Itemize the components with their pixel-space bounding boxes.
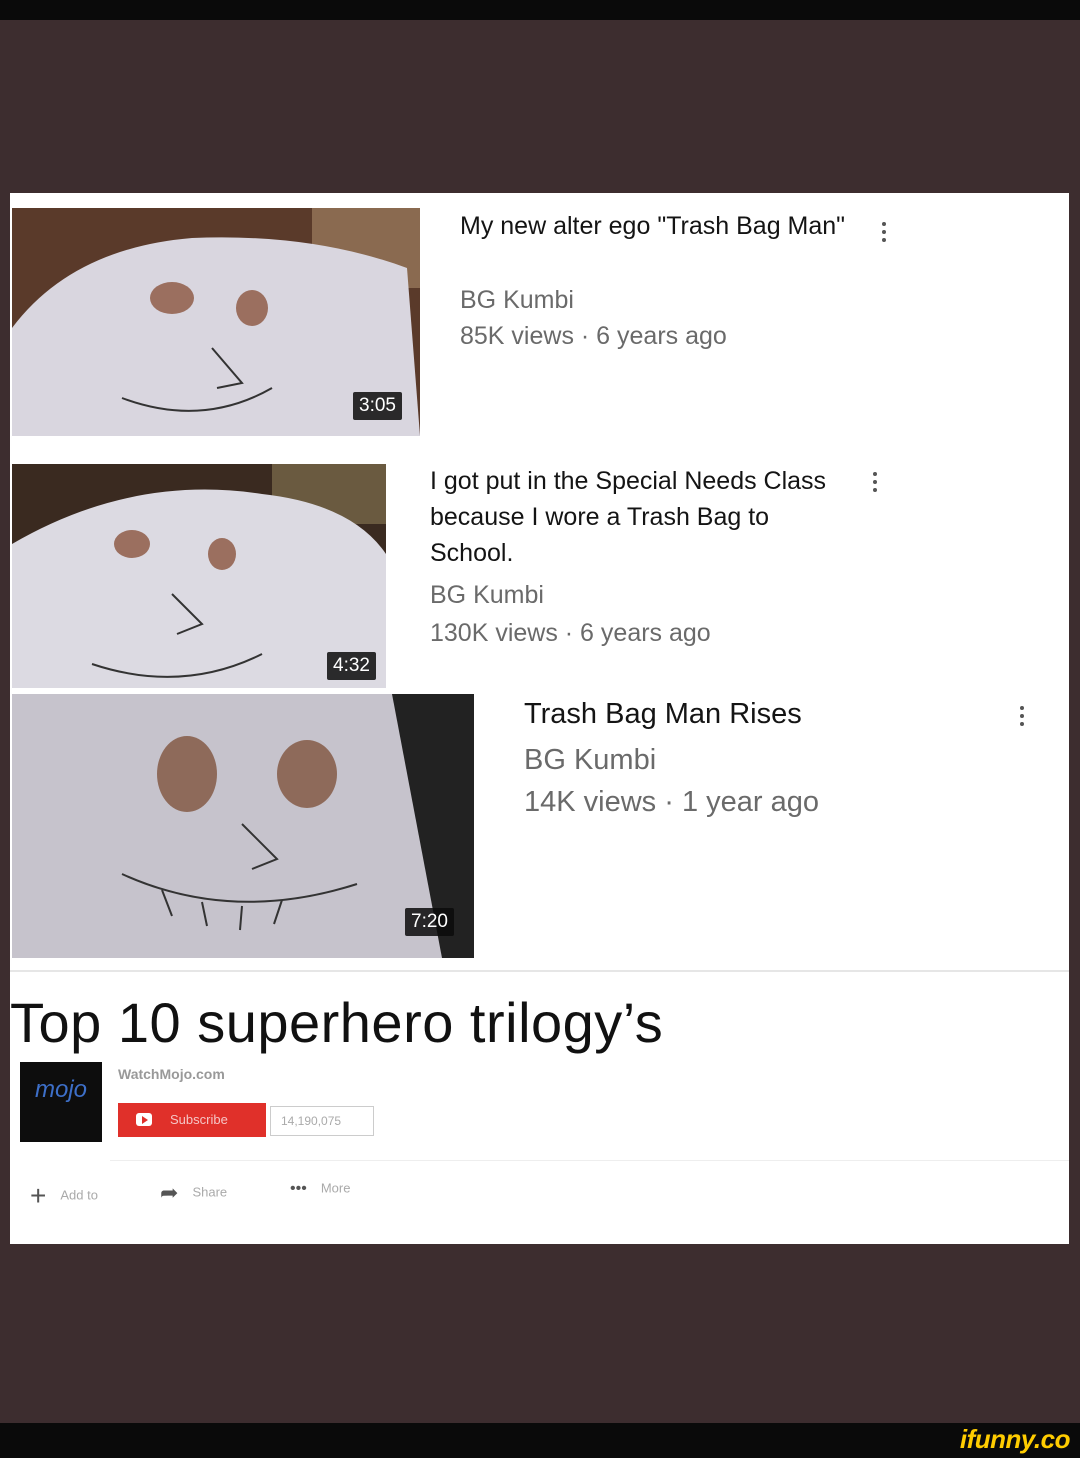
watermark-logo: ifunny.co	[959, 1424, 1071, 1454]
subscribe-button[interactable]: Subscribe	[118, 1103, 266, 1137]
kebab-menu-icon[interactable]	[1020, 706, 1026, 730]
video-title[interactable]: My new alter ego "Trash Bag Man"	[460, 208, 850, 244]
video-meta: 130K views · 6 years ago	[430, 619, 711, 647]
plus-icon: +	[30, 1180, 47, 1211]
video-meta: 85K views · 6 years ago	[460, 322, 727, 350]
channel-name[interactable]: WatchMojo.com	[118, 1066, 225, 1082]
video-duration-badge: 3:05	[353, 392, 402, 420]
footer-bar	[0, 1423, 1080, 1458]
video-channel[interactable]: BG Kumbi	[460, 286, 574, 315]
add-to-button[interactable]: + Add to	[30, 1180, 98, 1212]
more-button[interactable]: ••• More	[290, 1180, 350, 1198]
video-duration-badge: 4:32	[327, 652, 376, 680]
video-duration-badge: 7:20	[405, 908, 454, 936]
video-thumbnail-1[interactable]: 3:05	[12, 208, 420, 436]
video-thumbnail-2[interactable]: 4:32	[12, 464, 386, 688]
share-button[interactable]: ➦ Share	[160, 1180, 227, 1206]
status-bar	[0, 0, 1080, 20]
video-title[interactable]: I got put in the Special Needs Class bec…	[430, 463, 850, 571]
video-meta: 14K views · 1 year ago	[524, 786, 819, 818]
subscribe-label: Subscribe	[170, 1112, 228, 1127]
share-arrow-icon: ➦	[160, 1180, 179, 1205]
channel-avatar[interactable]: mojo	[20, 1062, 102, 1142]
kebab-menu-icon[interactable]	[882, 222, 888, 246]
video-thumbnail-3[interactable]: 7:20	[12, 694, 474, 958]
more-dots-icon: •••	[290, 1180, 307, 1197]
kebab-menu-icon[interactable]	[873, 472, 879, 496]
video-title: Top 10 superhero trilogy’s	[10, 991, 664, 1054]
subscriber-count: 14,190,075	[270, 1106, 374, 1136]
video-title[interactable]: Trash Bag Man Rises	[524, 696, 964, 732]
divider	[10, 970, 1069, 972]
youtube-logo-icon	[136, 1113, 152, 1126]
video-channel[interactable]: BG Kumbi	[524, 744, 656, 777]
divider	[110, 1160, 1069, 1161]
video-channel[interactable]: BG Kumbi	[430, 581, 544, 610]
